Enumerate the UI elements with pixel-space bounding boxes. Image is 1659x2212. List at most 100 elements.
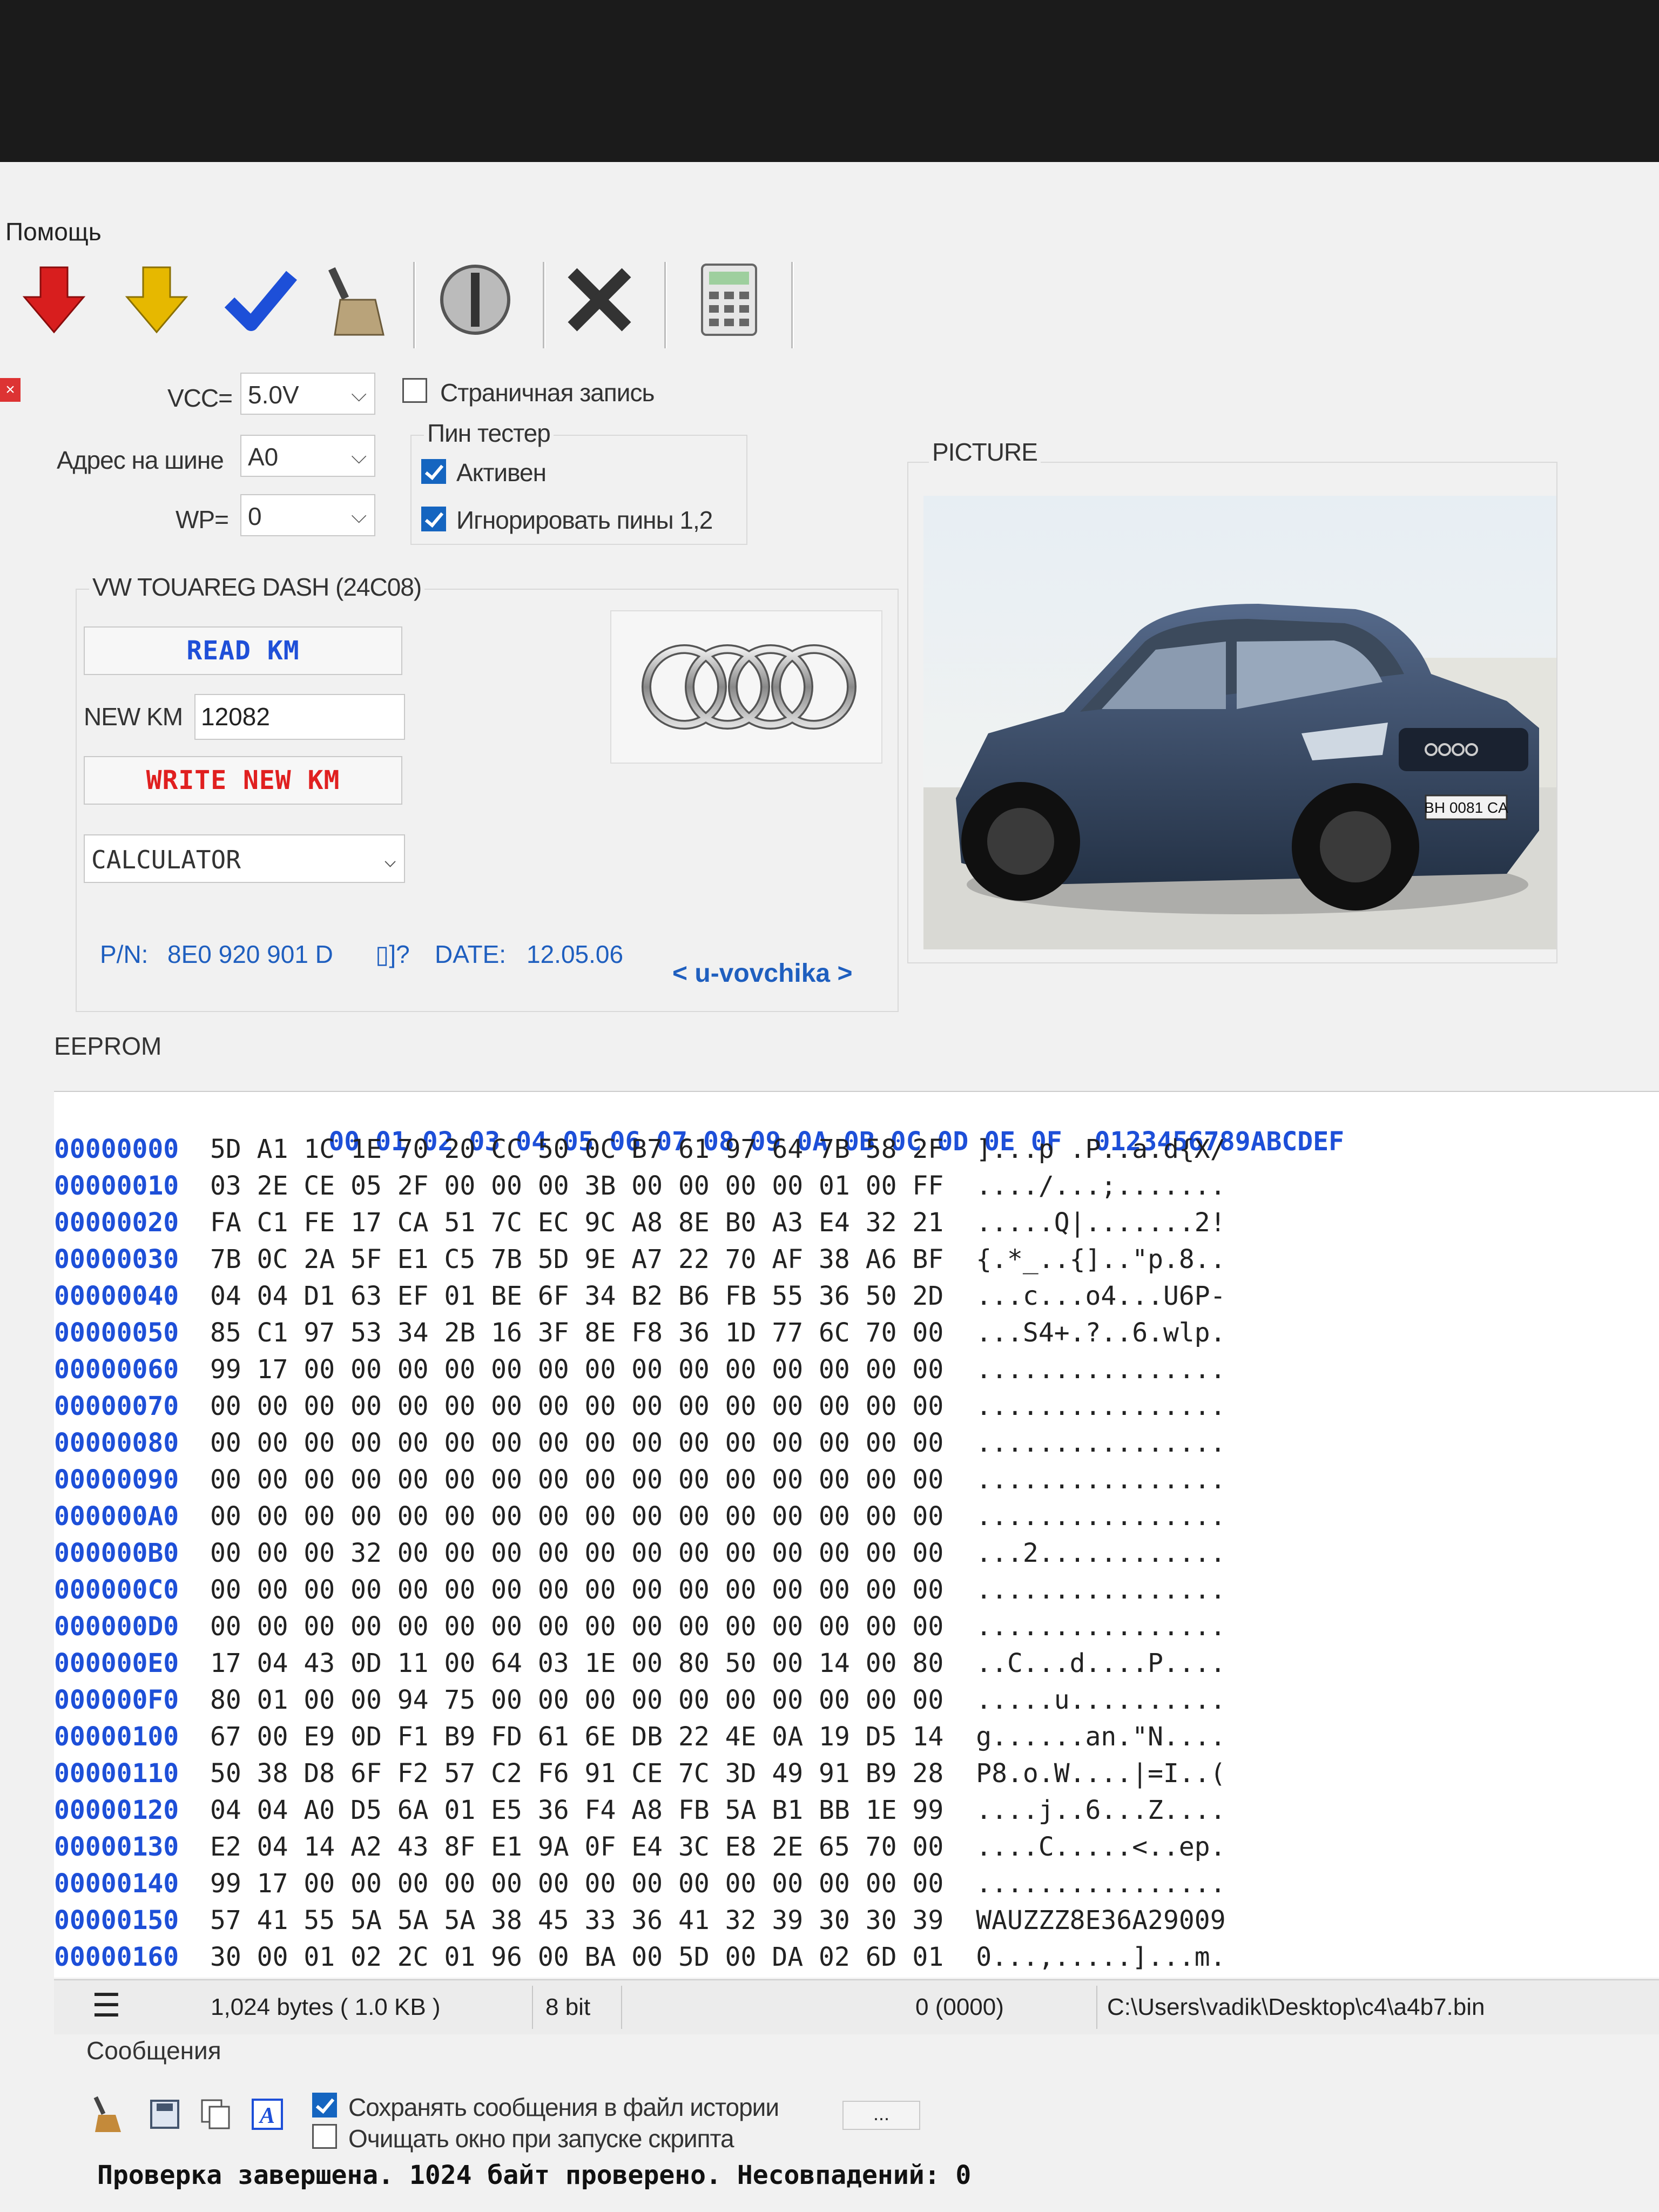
calculator-select[interactable]: CALCULATOR ⌵ — [84, 834, 405, 883]
calculator-icon[interactable] — [686, 257, 772, 343]
hex-row[interactable]: 00000050 85 C1 97 53 34 2B 16 3F 8E F8 3… — [54, 1318, 1226, 1348]
hex-row-address: 000000E0 — [54, 1648, 179, 1678]
verify-check-icon[interactable] — [216, 257, 302, 343]
hex-row[interactable]: 00000080 00 00 00 00 00 00 00 00 00 00 0… — [54, 1428, 1226, 1458]
status-bar: ☰ 1,024 bytes ( 1.0 KB ) 8 bit 0 (0000) … — [54, 1979, 1659, 2034]
audi-logo — [610, 610, 882, 764]
new-km-input[interactable]: 12082 — [194, 694, 405, 740]
hex-row-bytes[interactable]: 50 38 D8 6F F2 57 C2 F6 91 CE 7C 3D 49 9… — [210, 1758, 943, 1789]
hex-row[interactable]: 00000120 04 04 A0 D5 6A 01 E5 36 F4 A8 F… — [54, 1795, 1226, 1825]
hex-row[interactable]: 00000020 FA C1 FE 17 CA 51 7C EC 9C A8 8… — [54, 1208, 1226, 1238]
clear-messages-icon[interactable] — [92, 2095, 124, 2136]
hex-row-bytes[interactable]: 80 01 00 00 94 75 00 00 00 00 00 00 00 0… — [210, 1685, 943, 1715]
chevron-down-icon: ⌵ — [351, 383, 367, 406]
hex-row-bytes[interactable]: 99 17 00 00 00 00 00 00 00 00 00 00 00 0… — [210, 1869, 943, 1899]
app-window: Помощь × VCC= 5.0V ⌵ Адрес на шине A0 ⌵ … — [0, 162, 1659, 2212]
hex-row-bytes[interactable]: 03 2E CE 05 2F 00 00 00 3B 00 00 00 00 0… — [210, 1171, 943, 1201]
hex-row-bytes[interactable]: 04 04 D1 63 EF 01 BE 6F 34 B2 B6 FB 55 3… — [210, 1281, 943, 1311]
vw-panel-title: VW TOUAREG DASH (24C08) — [89, 572, 425, 602]
ignore-pins-checkbox[interactable] — [421, 507, 446, 531]
hex-row[interactable]: 00000070 00 00 00 00 00 00 00 00 00 00 0… — [54, 1391, 1226, 1421]
status-size: 1,024 bytes ( 1.0 KB ) — [211, 1994, 441, 2020]
save-messages-icon[interactable] — [149, 2098, 181, 2133]
hex-row[interactable]: 00000100 67 00 E9 0D F1 B9 FD 61 6E DB 2… — [54, 1722, 1226, 1752]
read-km-button[interactable]: READ KM — [84, 626, 402, 675]
hex-row-bytes[interactable]: E2 04 14 A2 43 8F E1 9A 0F E4 3C E8 2E 6… — [210, 1832, 943, 1862]
hex-row[interactable]: 00000040 04 04 D1 63 EF 01 BE 6F 34 B2 B… — [54, 1281, 1226, 1311]
hex-row-bytes[interactable]: 67 00 E9 0D F1 B9 FD 61 6E DB 22 4E 0A 1… — [210, 1722, 943, 1752]
hex-row[interactable]: 000000B0 00 00 00 32 00 00 00 00 00 00 0… — [54, 1538, 1226, 1568]
hex-row-bytes[interactable]: 04 04 A0 D5 6A 01 E5 36 F4 A8 FB 5A B1 B… — [210, 1795, 943, 1825]
hex-row-address: 00000070 — [54, 1391, 179, 1421]
browse-history-button[interactable]: ... — [842, 2101, 920, 2130]
hex-row-address: 00000030 — [54, 1244, 179, 1274]
hex-row[interactable]: 00000000 5D A1 1C 1E 70 20 CC 50 0C B7 6… — [54, 1134, 1226, 1164]
close-icon[interactable]: × — [0, 378, 21, 402]
hex-row-address: 00000050 — [54, 1318, 179, 1348]
hex-row-bytes[interactable]: FA C1 FE 17 CA 51 7C EC 9C A8 8E B0 A3 E… — [210, 1208, 943, 1238]
hex-row-ascii: ..C...d....P.... — [976, 1648, 1226, 1678]
save-history-label: Сохранять сообщения в файл истории — [348, 2093, 779, 2121]
hex-row[interactable]: 000000C0 00 00 00 00 00 00 00 00 00 00 0… — [54, 1575, 1226, 1605]
hex-row[interactable]: 00000150 57 41 55 5A 5A 5A 38 45 33 36 4… — [54, 1905, 1226, 1936]
hex-row[interactable]: 000000A0 00 00 00 00 00 00 00 00 00 00 0… — [54, 1501, 1226, 1532]
hex-row-bytes[interactable]: 7B 0C 2A 5F E1 C5 7B 5D 9E A7 22 70 AF 3… — [210, 1244, 943, 1274]
hex-row-bytes[interactable]: 5D A1 1C 1E 70 20 CC 50 0C B7 61 97 64 7… — [210, 1134, 943, 1164]
chevron-down-icon: ⌵ — [351, 505, 367, 528]
wp-select[interactable]: 0 ⌵ — [240, 494, 375, 536]
hex-row[interactable]: 00000130 E2 04 14 A2 43 8F E1 9A 0F E4 3… — [54, 1832, 1226, 1862]
hex-row-bytes[interactable]: 00 00 00 00 00 00 00 00 00 00 00 00 00 0… — [210, 1575, 943, 1605]
hex-row[interactable]: 00000160 30 00 01 02 2C 01 96 00 BA 00 5… — [54, 1942, 1226, 1972]
hex-row-bytes[interactable]: 00 00 00 00 00 00 00 00 00 00 00 00 00 0… — [210, 1465, 943, 1495]
hex-row[interactable]: 000000F0 80 01 00 00 94 75 00 00 00 00 0… — [54, 1685, 1226, 1715]
hex-row-bytes[interactable]: 00 00 00 00 00 00 00 00 00 00 00 00 00 0… — [210, 1501, 943, 1532]
menu-help[interactable]: Помощь — [5, 217, 102, 246]
hex-row[interactable]: 00000140 99 17 00 00 00 00 00 00 00 00 0… — [54, 1869, 1226, 1899]
write-arrow-icon[interactable] — [113, 257, 200, 343]
cancel-x-icon[interactable] — [556, 257, 643, 343]
page-write-checkbox[interactable] — [402, 378, 427, 403]
bus-address-select[interactable]: A0 ⌵ — [240, 435, 375, 477]
hex-row-ascii: ................ — [976, 1428, 1226, 1458]
info-disc-icon[interactable] — [432, 257, 518, 343]
hex-row[interactable]: 00000090 00 00 00 00 00 00 00 00 00 00 0… — [54, 1465, 1226, 1495]
hex-row-bytes[interactable]: 57 41 55 5A 5A 5A 38 45 33 36 41 32 39 3… — [210, 1905, 943, 1936]
vcc-label: VCC= — [167, 384, 233, 412]
hex-row[interactable]: 00000030 7B 0C 2A 5F E1 C5 7B 5D 9E A7 2… — [54, 1244, 1226, 1274]
hex-row-address: 00000040 — [54, 1281, 179, 1311]
menu-lines-icon[interactable]: ☰ — [92, 1987, 121, 2025]
hex-row[interactable]: 00000110 50 38 D8 6F F2 57 C2 F6 91 CE 7… — [54, 1758, 1226, 1789]
hex-row-ascii: ...c...o4...U6P- — [976, 1281, 1226, 1311]
hex-row[interactable]: 000000E0 17 04 43 0D 11 00 64 03 1E 00 8… — [54, 1648, 1226, 1678]
hex-row-ascii: ................ — [976, 1575, 1226, 1605]
hex-row[interactable]: 00000010 03 2E CE 05 2F 00 00 00 3B 00 0… — [54, 1171, 1226, 1201]
clear-window-checkbox[interactable] — [312, 2124, 337, 2149]
eeprom-tab[interactable]: EEPROM — [54, 1031, 161, 1061]
vcc-select[interactable]: 5.0V ⌵ — [240, 373, 375, 415]
hex-row-bytes[interactable]: 85 C1 97 53 34 2B 16 3F 8E F8 36 1D 77 6… — [210, 1318, 943, 1348]
font-icon[interactable]: A — [251, 2098, 284, 2133]
hex-row-ascii: 0...,.....]...m. — [976, 1942, 1226, 1972]
wp-label: WP= — [176, 505, 229, 534]
hex-row[interactable]: 000000D0 00 00 00 00 00 00 00 00 00 00 0… — [54, 1611, 1226, 1642]
hex-row-bytes[interactable]: 00 00 00 00 00 00 00 00 00 00 00 00 00 0… — [210, 1611, 943, 1642]
hex-row-bytes[interactable]: 00 00 00 32 00 00 00 00 00 00 00 00 00 0… — [210, 1538, 943, 1568]
active-checkbox[interactable] — [421, 459, 446, 484]
hex-row-bytes[interactable]: 00 00 00 00 00 00 00 00 00 00 00 00 00 0… — [210, 1428, 943, 1458]
hex-row[interactable]: 00000060 99 17 00 00 00 00 00 00 00 00 0… — [54, 1354, 1226, 1385]
erase-brush-icon[interactable] — [313, 257, 400, 343]
save-history-checkbox[interactable] — [312, 2093, 337, 2117]
copy-messages-icon[interactable] — [200, 2098, 232, 2133]
hex-row-ascii: ................ — [976, 1869, 1226, 1899]
hex-editor[interactable]: 00 01 02 03 04 05 06 07 08 09 0A 0B 0C 0… — [54, 1091, 1659, 1978]
write-new-km-button[interactable]: WRITE NEW KM — [84, 756, 402, 805]
hex-row-bytes[interactable]: 99 17 00 00 00 00 00 00 00 00 00 00 00 0… — [210, 1354, 943, 1385]
hex-row-bytes[interactable]: 17 04 43 0D 11 00 64 03 1E 00 80 50 00 1… — [210, 1648, 943, 1678]
read-arrow-icon[interactable] — [11, 257, 97, 343]
hex-row-bytes[interactable]: 00 00 00 00 00 00 00 00 00 00 00 00 00 0… — [210, 1391, 943, 1421]
author-link[interactable]: < u-vovchika > — [672, 959, 853, 988]
status-separator — [1096, 1986, 1097, 2029]
hex-row-bytes[interactable]: 30 00 01 02 2C 01 96 00 BA 00 5D 00 DA 0… — [210, 1942, 943, 1972]
pn-value: 8E0 920 901 D — [167, 940, 333, 968]
hex-row-address: 000000D0 — [54, 1611, 179, 1642]
